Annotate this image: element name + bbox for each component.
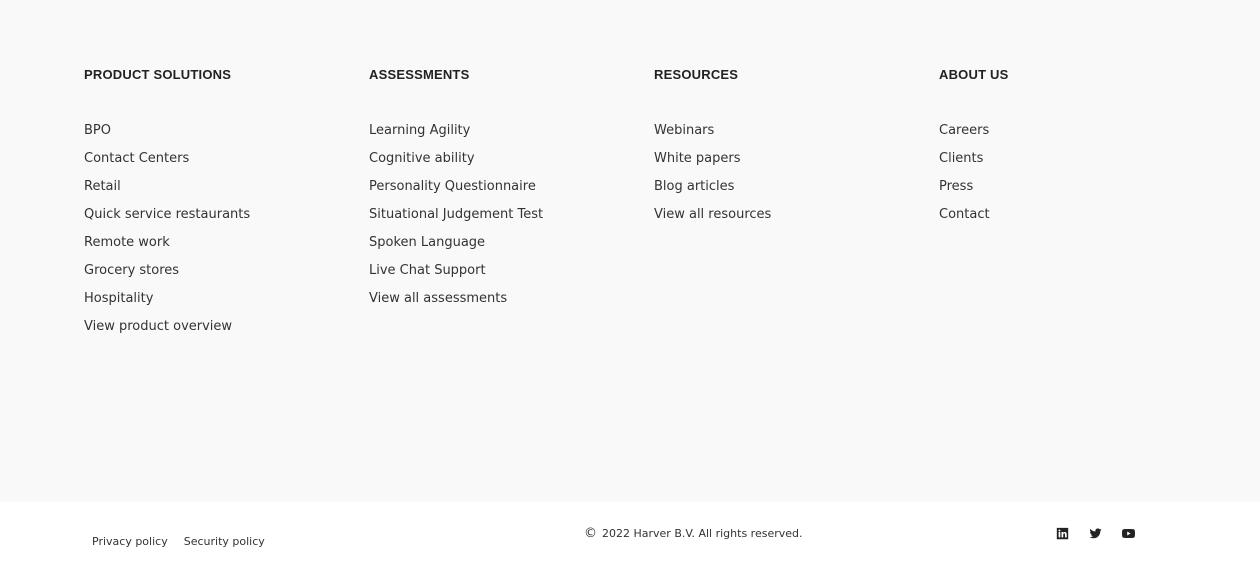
column-heading: RESOURCES [654,67,739,82]
column-heading: ASSESSMENTS [369,67,470,82]
footer-column-about-us: ABOUT US Careers Clients Press Contact [939,67,1199,227]
social-links [1056,527,1135,540]
footer-link-white-papers[interactable]: White papers [654,151,741,166]
footer-link-blog-articles[interactable]: Blog articles [654,179,734,194]
footer-column-assessments: ASSESSMENTS Learning Agility Cognitive a… [369,67,629,311]
footer-link-hospitality[interactable]: Hospitality [84,291,153,306]
footer-link-view-all-assessments[interactable]: View all assessments [369,291,507,306]
footer-link-view-product-overview[interactable]: View product overview [84,319,232,334]
copyright-text: 2022 Harver B.V. All rights reserved. [602,527,803,540]
footer-link-spoken-language[interactable]: Spoken Language [369,235,485,250]
footer-bottom-bar: Privacy policy Security policy © 2022 Ha… [0,502,1260,567]
security-policy-link[interactable]: Security policy [184,535,265,549]
footer-link-cognitive-ability[interactable]: Cognitive ability [369,151,475,166]
footer-link-live-chat-support[interactable]: Live Chat Support [369,263,486,278]
column-heading: PRODUCT SOLUTIONS [84,67,232,82]
copyright-icon: © [584,526,597,541]
youtube-icon[interactable] [1122,527,1135,540]
linkedin-icon[interactable] [1056,527,1069,540]
legal-links: Privacy policy Security policy [92,535,265,549]
footer-link-clients[interactable]: Clients [939,151,983,166]
footer-top: PRODUCT SOLUTIONS BPO Contact Centers Re… [0,0,1260,502]
footer-link-retail[interactable]: Retail [84,179,121,194]
column-heading: ABOUT US [939,67,1009,82]
footer-link-learning-agility[interactable]: Learning Agility [369,123,470,138]
footer-link-remote-work[interactable]: Remote work [84,235,170,250]
copyright: © 2022 Harver B.V. All rights reserved. [584,527,803,541]
footer-link-quick-service-restaurants[interactable]: Quick service restaurants [84,207,250,222]
footer-link-webinars[interactable]: Webinars [654,123,714,138]
footer-link-contact[interactable]: Contact [939,207,990,222]
twitter-icon[interactable] [1089,527,1102,540]
footer-link-situational-judgement-test[interactable]: Situational Judgement Test [369,207,543,222]
footer-column-resources: RESOURCES Webinars White papers Blog art… [654,67,914,227]
footer-link-careers[interactable]: Careers [939,123,989,138]
footer-link-contact-centers[interactable]: Contact Centers [84,151,189,166]
footer-link-press[interactable]: Press [939,179,973,194]
privacy-policy-link[interactable]: Privacy policy [92,535,168,549]
footer-link-view-all-resources[interactable]: View all resources [654,207,771,222]
footer-link-bpo[interactable]: BPO [84,123,111,138]
footer-link-personality-questionnaire[interactable]: Personality Questionnaire [369,179,536,194]
footer-link-grocery-stores[interactable]: Grocery stores [84,263,179,278]
footer-column-product-solutions: PRODUCT SOLUTIONS BPO Contact Centers Re… [84,67,344,339]
